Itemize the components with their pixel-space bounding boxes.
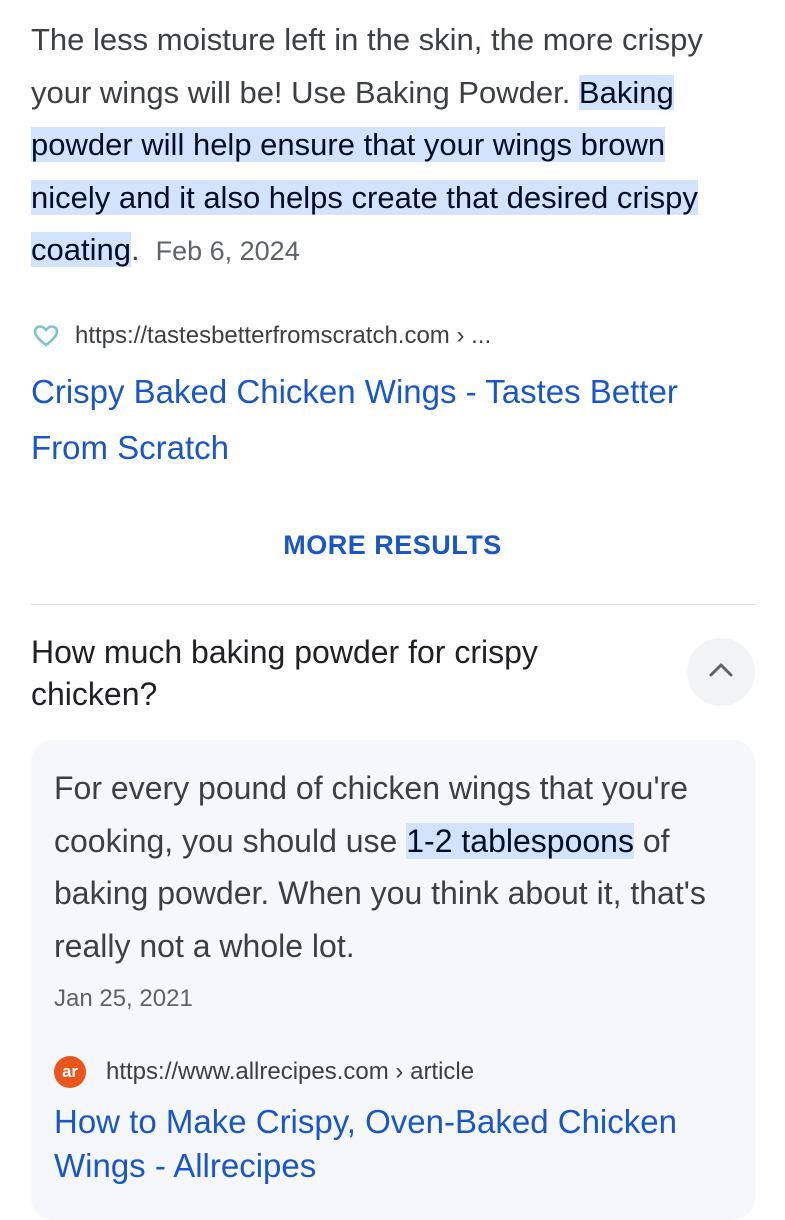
result-title-link[interactable]: Crispy Baked Chicken Wings - Tastes Bett… bbox=[31, 364, 751, 476]
heart-icon bbox=[31, 321, 61, 351]
answer-result-title-link[interactable]: How to Make Crispy, Oven-Baked Chicken W… bbox=[54, 1100, 754, 1188]
more-results-button[interactable]: MORE RESULTS bbox=[0, 530, 785, 561]
chevron-up-icon bbox=[708, 662, 734, 683]
source-url-row[interactable]: https://tastesbetterfromscratch.com › ..… bbox=[31, 316, 491, 356]
answer-highlight: 1-2 tablespoons bbox=[406, 822, 634, 859]
answer-source-row[interactable]: ar https://www.allrecipes.com › article bbox=[54, 1052, 474, 1092]
faq-answer: For every pound of chicken wings that yo… bbox=[54, 762, 744, 972]
answer-date: Jan 25, 2021 bbox=[54, 985, 193, 1012]
divider bbox=[31, 604, 755, 605]
allrecipes-favicon: ar bbox=[54, 1056, 86, 1088]
featured-snippet-text: The less moisture left in the skin, the … bbox=[31, 14, 751, 278]
collapse-button[interactable] bbox=[687, 638, 755, 706]
snippet-text-after: . bbox=[130, 232, 140, 267]
snippet-date: Feb 6, 2024 bbox=[155, 236, 300, 266]
faq-question[interactable]: How much baking powder for crispy chicke… bbox=[31, 631, 651, 715]
source-url: https://tastesbetterfromscratch.com › ..… bbox=[75, 322, 492, 349]
answer-source-url: https://www.allrecipes.com › article bbox=[106, 1058, 475, 1085]
